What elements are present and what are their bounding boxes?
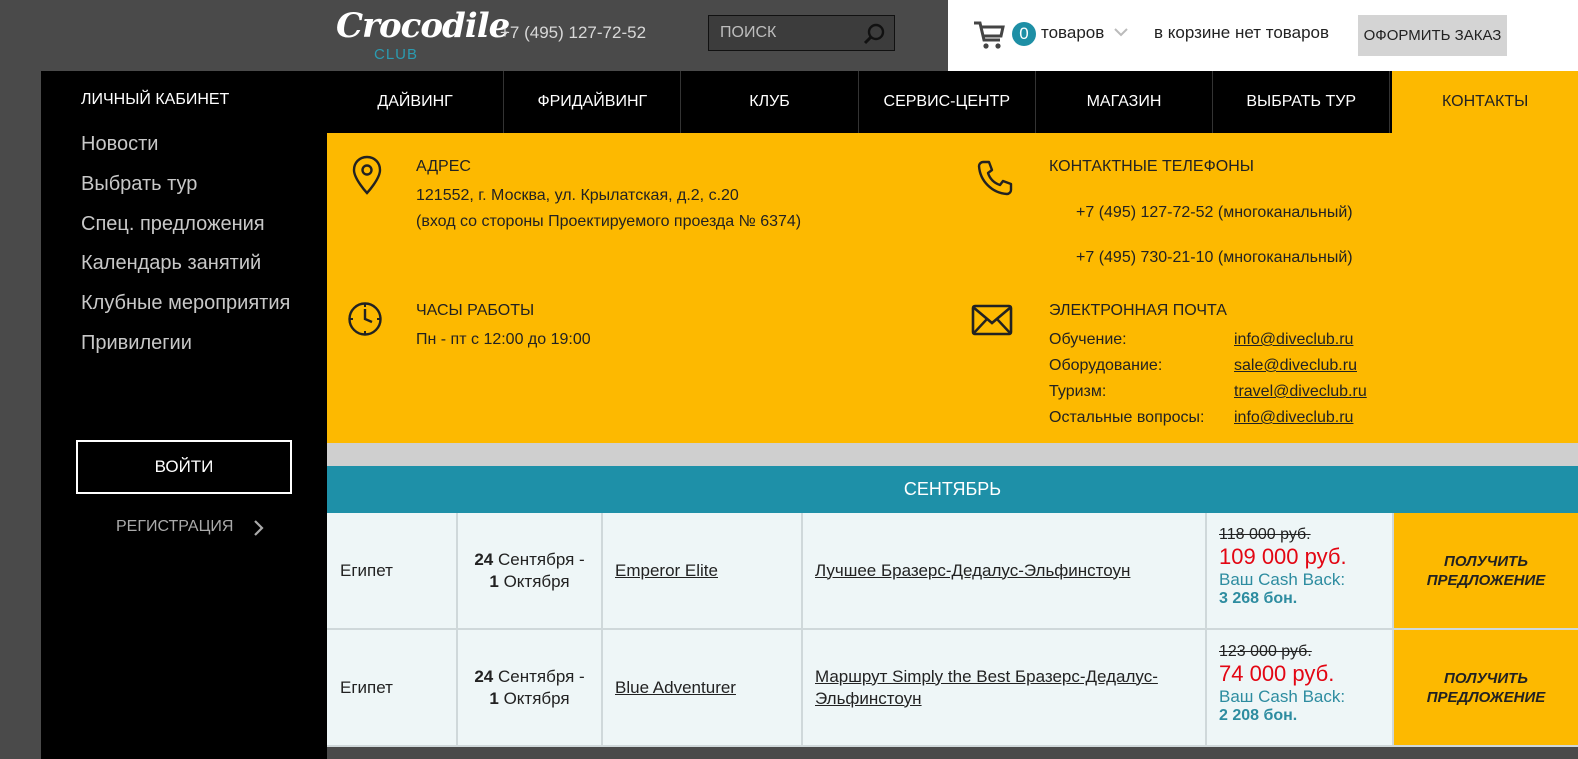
register-link[interactable]: РЕГИСТРАЦИЯ	[116, 518, 233, 536]
date-start-month: Сентября -	[497, 549, 585, 569]
cart-status: в корзине нет товаров	[1154, 23, 1330, 42]
offer-label-line-1: ПОЛУЧИТЬ	[1444, 669, 1528, 687]
sidebar-item-choose-tour[interactable]: Выбрать тур	[81, 171, 290, 211]
tour-ship-link[interactable]: Blue Adventurer	[603, 630, 803, 745]
date-end-month: Октября	[503, 688, 570, 708]
contact-phone-1[interactable]: +7 (495) 127-72-52 (многоканальный)	[1076, 200, 1353, 226]
tour-route-link[interactable]: Лучшее Бразерс-Дедалус-Эльфинстоун	[803, 513, 1207, 628]
top-bar: Crocodile CLUB +7 (495) 127-72-52 0 това…	[0, 0, 1578, 71]
email-label: Туризм:	[1049, 383, 1107, 400]
nav-item-service-center[interactable]: СЕРВИС-ЦЕНТР	[859, 71, 1036, 133]
search-icon[interactable]	[862, 22, 886, 46]
phones-title: КОНТАКТНЫЕ ТЕЛЕФОНЫ	[1049, 158, 1254, 175]
date-end-day: 1	[489, 571, 499, 591]
date-end-day: 1	[489, 688, 499, 708]
sidebar-title: ЛИЧНЫЙ КАБИНЕТ	[81, 91, 230, 108]
tour-ship-link[interactable]: Emperor Elite	[603, 513, 803, 628]
email-label: Обучение:	[1049, 331, 1127, 348]
address-line-2: (вход со стороны Проектируемого проезда …	[416, 213, 802, 230]
old-price: 123 000 руб.	[1219, 643, 1312, 660]
tour-country: Египет	[327, 513, 458, 628]
address-title: АДРЕС	[416, 158, 471, 175]
tour-dates: 24 Сентября - 1 Октября	[458, 513, 603, 628]
header-phone[interactable]: +7 (495) 127-72-52	[500, 23, 646, 43]
nav-item-freediving[interactable]: ФРИДАЙВИНГ	[504, 71, 682, 133]
logo[interactable]: Crocodile CLUB	[336, 6, 510, 64]
login-button[interactable]: ВОЙТИ	[76, 440, 292, 494]
tour-price: 118 000 руб. 109 000 руб. Ваш Cash Back:…	[1207, 513, 1394, 628]
cart-label[interactable]: товаров	[1041, 23, 1104, 43]
email-label: Оборудование:	[1049, 357, 1163, 374]
logo-sub-text: CLUB	[374, 46, 419, 63]
email-link[interactable]: info@diveclub.ru	[1234, 331, 1353, 349]
date-end-month: Октября	[503, 571, 570, 591]
table-row: Египет 24 Сентября - 1 Октября Blue Adve…	[327, 630, 1578, 747]
chevron-right-icon[interactable]	[252, 519, 264, 537]
offer-label-line-1: ПОЛУЧИТЬ	[1444, 552, 1528, 570]
cashback-value: 2 208 бон.	[1219, 707, 1298, 724]
phone-icon	[977, 160, 1013, 196]
email-link[interactable]: sale@diveclub.ru	[1234, 357, 1357, 375]
sidebar-item-privileges[interactable]: Привилегии	[81, 330, 290, 370]
sidebar-item-special-offers[interactable]: Спец. предложения	[81, 211, 290, 251]
date-start-day: 24	[474, 549, 494, 569]
contact-phone-2[interactable]: +7 (495) 730-21-10 (многоканальный)	[1076, 245, 1353, 271]
cart-count-badge: 0	[1012, 22, 1036, 46]
chevron-down-icon[interactable]	[1113, 26, 1129, 38]
cashback-value: 3 268 бон.	[1219, 590, 1298, 607]
contacts-panel: АДРЕС 121552, г. Москва, ул. Крылатская,…	[327, 133, 1578, 443]
tour-price: 123 000 руб. 74 000 руб. Ваш Cash Back: …	[1207, 630, 1394, 745]
email-title: ЭЛЕКТРОННАЯ ПОЧТА	[1049, 302, 1227, 319]
tour-country: Египет	[327, 630, 458, 745]
cart-icon[interactable]	[972, 18, 1006, 50]
sidebar: ЛИЧНЫЙ КАБИНЕТ Новости Выбрать тур Спец.…	[41, 71, 327, 759]
table-row: Египет 24 Сентября - 1 Октября Emperor E…	[327, 513, 1578, 630]
nav-item-contacts[interactable]: КОНТАКТЫ	[1390, 71, 1578, 133]
nav-item-choose-tour[interactable]: ВЫБРАТЬ ТУР	[1213, 71, 1391, 133]
new-price: 74 000 руб.	[1219, 661, 1335, 686]
cart-panel: 0 товаров в корзине нет товаров ОФОРМИТЬ…	[948, 0, 1578, 71]
email-link[interactable]: info@diveclub.ru	[1234, 409, 1353, 427]
nav-item-diving[interactable]: ДАЙВИНГ	[327, 71, 505, 133]
tour-dates: 24 Сентября - 1 Октября	[458, 630, 603, 745]
logo-main-text: Crocodile	[336, 6, 510, 46]
checkout-button[interactable]: ОФОРМИТЬ ЗАКАЗ	[1358, 15, 1507, 56]
search-input[interactable]	[709, 16, 859, 50]
offer-label-line-2: ПРЕДЛОЖЕНИЕ	[1426, 571, 1546, 589]
get-offer-button[interactable]: ПОЛУЧИТЬ ПРЕДЛОЖЕНИЕ	[1394, 630, 1578, 745]
sidebar-item-calendar[interactable]: Календарь занятий	[81, 250, 290, 290]
email-label: Остальные вопросы:	[1049, 409, 1205, 426]
main-nav: ДАЙВИНГ ФРИДАЙВИНГ КЛУБ СЕРВИС-ЦЕНТР МАГ…	[327, 71, 1578, 133]
old-price: 118 000 руб.	[1219, 526, 1311, 543]
email-link[interactable]: travel@diveclub.ru	[1234, 383, 1367, 401]
offer-label-line-2: ПРЕДЛОЖЕНИЕ	[1426, 688, 1546, 706]
hours-text: Пн - пт с 12:00 до 19:00	[416, 331, 591, 348]
month-header: СЕНТЯБРЬ	[327, 466, 1578, 513]
nav-item-shop[interactable]: МАГАЗИН	[1036, 71, 1214, 133]
sidebar-item-club-events[interactable]: Клубные мероприятия	[81, 290, 290, 330]
search-box	[708, 15, 895, 51]
get-offer-button[interactable]: ПОЛУЧИТЬ ПРЕДЛОЖЕНИЕ	[1394, 513, 1578, 628]
location-pin-icon	[352, 155, 382, 195]
cashback-label: Ваш Cash Back:	[1219, 687, 1346, 706]
new-price: 109 000 руб.	[1219, 544, 1347, 569]
tour-route-link[interactable]: Маршрут Simply the Best Бразерс-Дедалус-…	[803, 630, 1207, 745]
clock-icon	[348, 302, 382, 336]
envelope-icon	[971, 304, 1013, 336]
date-start-day: 24	[474, 666, 494, 686]
tours-table: Египет 24 Сентября - 1 Октября Emperor E…	[327, 513, 1578, 747]
sidebar-item-news[interactable]: Новости	[81, 131, 290, 171]
hours-title: ЧАСЫ РАБОТЫ	[416, 302, 535, 319]
address-line-1: 121552, г. Москва, ул. Крылатская, д.2, …	[416, 187, 739, 204]
divider-strip	[327, 443, 1578, 466]
cashback-label: Ваш Cash Back:	[1219, 570, 1346, 589]
sidebar-menu: Новости Выбрать тур Спец. предложения Ка…	[81, 131, 290, 370]
nav-item-club[interactable]: КЛУБ	[681, 71, 859, 133]
date-start-month: Сентября -	[497, 666, 585, 686]
